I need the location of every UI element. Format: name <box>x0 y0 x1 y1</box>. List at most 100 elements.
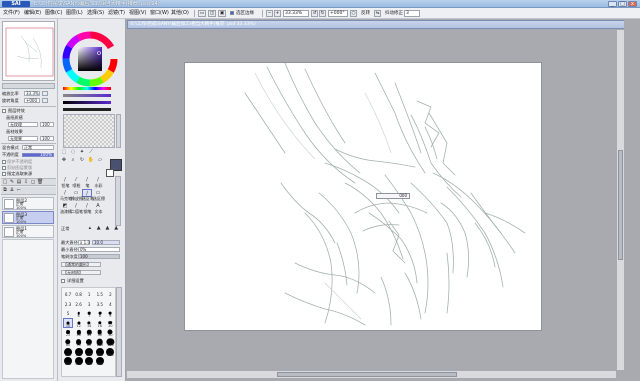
brush-size-preset[interactable]: 12 <box>74 318 84 328</box>
size-mult-select[interactable]: x 1.0 <box>78 240 90 245</box>
brush-size-preset[interactable]: 3.5 <box>95 299 105 309</box>
brush-size-preset[interactable]: 25 <box>63 327 73 337</box>
shape-triangle-icon[interactable]: ▴ <box>86 226 94 231</box>
rotate-icon[interactable]: ↻ <box>78 158 86 163</box>
menu-filter[interactable]: 滤镜(T) <box>108 10 125 17</box>
brush-size-preset[interactable]: 16 <box>95 318 105 328</box>
brush-size-preset[interactable]: 30 <box>74 327 84 337</box>
secondary-color-swatch[interactable] <box>106 169 114 177</box>
menu-image[interactable]: 图像(C) <box>45 10 62 17</box>
color-swatch-grid[interactable] <box>63 114 115 148</box>
brush-size-preset[interactable]: 5 <box>63 308 73 318</box>
brush-size-preset[interactable]: 170 <box>74 347 84 357</box>
brush-size-preset[interactable]: 9 <box>105 308 115 318</box>
brush-size-preset[interactable]: 80 <box>84 337 94 347</box>
menu-layer[interactable]: 图层(L) <box>66 10 83 17</box>
zoom-field[interactable]: 33.33% <box>283 10 309 17</box>
brush-size-preset[interactable]: 4 <box>105 299 115 309</box>
brush-size-preset[interactable]: 500 <box>95 356 105 366</box>
brush-size-preset[interactable]: 120 <box>105 337 115 347</box>
brush-shape-select[interactable]: 【通常的圆形】 <box>61 262 101 267</box>
tool-grid-scrollbar[interactable] <box>115 176 121 226</box>
trash-icon[interactable]: 🗑 <box>37 180 43 185</box>
brush-size-preset[interactable]: 1 <box>84 289 94 299</box>
texture-strength[interactable]: 100 <box>40 122 54 127</box>
clip-mask-checkbox[interactable] <box>2 166 6 170</box>
lasso-icon[interactable]: ◌ <box>69 150 77 155</box>
detail-settings-checkbox[interactable] <box>61 279 65 283</box>
effect-strength[interactable]: 100 <box>40 136 54 141</box>
horizontal-scrollbar[interactable] <box>127 370 616 378</box>
density-slider[interactable]: 100 <box>78 254 120 259</box>
hue-slider[interactable] <box>63 87 111 90</box>
brush-size-preset[interactable]: 400 <box>74 356 84 366</box>
close-button[interactable]: x <box>628 1 637 7</box>
shape-triangle-icon[interactable]: ▲ <box>112 226 120 231</box>
menu-view[interactable]: 视图(V) <box>129 10 146 17</box>
rectangle-select-icon[interactable]: ⬚ <box>60 150 68 155</box>
brush-size-preset[interactable]: 35 <box>84 327 94 337</box>
copy-layer-icon[interactable]: ⧉ <box>2 188 8 193</box>
reset-rotation-icon[interactable]: ○ <box>350 10 357 17</box>
shape-triangle-icon[interactable]: ▲ <box>95 226 103 231</box>
brush-texture-select[interactable]: 【无材质】 <box>61 270 101 275</box>
menu-file[interactable]: 文件(F) <box>3 10 20 17</box>
clear-layer-icon[interactable]: ◻ <box>30 180 36 185</box>
brush-size-preset[interactable]: 350 <box>63 356 73 366</box>
color-wheel[interactable] <box>62 31 118 87</box>
drawing-canvas[interactable] <box>185 63 541 330</box>
brush-size-preset[interactable]: 100 <box>95 337 105 347</box>
brush-size-preset[interactable]: 150 <box>63 347 73 357</box>
eraser-small-icon[interactable]: ▱ <box>96 158 104 163</box>
stabilizer-select[interactable]: 3 <box>404 10 420 17</box>
brush-size-preset[interactable]: 2.3 <box>63 299 73 309</box>
flip-label[interactable]: 反转 <box>361 10 370 17</box>
brush-size-preset[interactable]: 2 <box>105 289 115 299</box>
floating-value-box[interactable]: 000 <box>376 193 410 199</box>
protect-opacity-checkbox[interactable] <box>2 160 6 164</box>
brush-size-preset[interactable]: 300 <box>105 347 115 357</box>
eyedropper-icon[interactable]: ⟋ <box>87 150 95 155</box>
zoom-reset-icon[interactable] <box>42 91 48 96</box>
selection-source-checkbox[interactable] <box>2 172 6 176</box>
layer-item-selected[interactable]: 图层3 正常 100% <box>2 211 54 224</box>
rotate-right-icon[interactable]: ↻ <box>319 10 326 17</box>
new-linework-layer-icon[interactable]: ✎ <box>9 180 15 185</box>
merge-down-icon[interactable]: ⇩ <box>23 180 29 185</box>
brush-size-preset[interactable]: 2.6 <box>74 299 84 309</box>
zoom-icon[interactable]: ⌕ <box>69 158 77 163</box>
brush-size-preset[interactable]: 200 <box>84 347 94 357</box>
brush-size-preset[interactable]: 3 <box>84 299 94 309</box>
brush-size-preset[interactable]: 14 <box>84 318 94 328</box>
swatch-scrollbar[interactable] <box>116 114 121 148</box>
layer-item[interactable]: 图层1 正常 100% <box>2 225 54 238</box>
alpha-slider[interactable] <box>63 108 111 111</box>
navigator-preview[interactable] <box>2 21 55 81</box>
horizontal-scroll-thumb[interactable] <box>277 372 457 377</box>
zoom-value-field[interactable]: 33.3% <box>24 91 40 96</box>
brush-size-preset[interactable]: 250 <box>95 347 105 357</box>
brush-size-preset[interactable]: 450 <box>84 356 94 366</box>
effect-select[interactable]: 无效果 <box>8 136 38 141</box>
menu-window[interactable]: 窗口(W) <box>150 10 169 17</box>
value-slider[interactable] <box>63 101 111 104</box>
brush-size-preset[interactable]: 1.5 <box>95 289 105 299</box>
menu-select[interactable]: 选择(S) <box>87 10 104 17</box>
size-slider[interactable]: 10.0 <box>92 240 120 245</box>
move-icon[interactable]: ✥ <box>60 158 68 163</box>
clip-layer-icon[interactable]: ⌐ <box>16 188 22 193</box>
merge-layer-icon[interactable]: ⇊ <box>9 188 15 193</box>
new-layer-icon[interactable]: ▢ <box>2 180 8 185</box>
brush-size-preset[interactable]: 7 <box>84 308 94 318</box>
brush-size-preset[interactable]: 0.8 <box>74 289 84 299</box>
maximize-button[interactable]: □ <box>618 1 627 7</box>
rotate-left-icon[interactable]: ↺ <box>311 10 318 17</box>
invert-selection-icon[interactable]: ◫ <box>208 10 216 17</box>
texture-select[interactable]: 无纹理 <box>8 122 38 127</box>
selection-edge-checkbox[interactable] <box>230 11 234 15</box>
menu-other[interactable]: 其他(O) <box>171 10 189 17</box>
blend-mode-select[interactable]: 正常 <box>22 145 54 150</box>
brush-size-preset[interactable]: 6 <box>74 308 84 318</box>
vertical-scroll-thumb[interactable] <box>618 150 623 260</box>
brush-size-preset[interactable]: 60 <box>63 337 73 347</box>
